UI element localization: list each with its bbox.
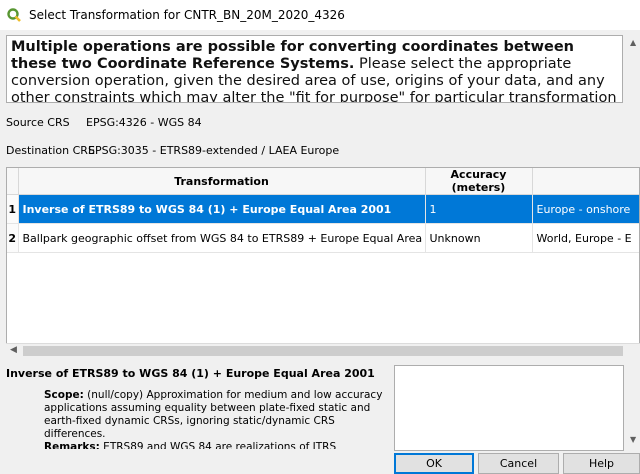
details-side-panel <box>394 365 624 451</box>
title-bar: Select Transformation for CNTR_BN_20M_20… <box>0 0 640 30</box>
area-cell[interactable]: Europe - onshore <box>532 194 639 224</box>
transformation-cell[interactable]: Ballpark geographic offset from WGS 84 t… <box>18 223 426 253</box>
destination-crs-label: Destination CRS <box>6 144 95 157</box>
transformations-table: Transformation Accuracy (meters) 1 Inver… <box>6 167 640 357</box>
source-crs-value: EPSG:4326 - WGS 84 <box>86 116 202 129</box>
column-header-accuracy[interactable]: Accuracy (meters) <box>425 168 533 195</box>
table-horizontal-scrollbar[interactable]: ◀ <box>6 343 640 357</box>
details-body: • Scope: (null/copy) Approximation for m… <box>44 389 389 449</box>
column-header-area[interactable] <box>532 168 639 195</box>
destination-crs-row: Destination CRSEPSG:3035 - ETRS89-extend… <box>6 144 339 157</box>
row-number-header <box>7 168 19 195</box>
window-title: Select Transformation for CNTR_BN_20M_20… <box>29 8 345 22</box>
ok-button[interactable]: OK <box>394 453 474 474</box>
scroll-left-arrow-icon[interactable]: ◀ <box>10 345 17 355</box>
info-scrollbar[interactable]: ▲ <box>627 35 640 103</box>
source-crs-row: Source CRS EPSG:4326 - WGS 84 <box>6 116 202 129</box>
table-row[interactable]: 2 Ballpark geographic offset from WGS 84… <box>7 223 639 253</box>
qgis-logo-icon <box>7 8 21 22</box>
details-title: Inverse of ETRS89 to WGS 84 (1) + Europe… <box>6 367 375 380</box>
accuracy-cell[interactable]: Unknown <box>425 223 533 253</box>
table-row[interactable]: 1 Inverse of ETRS89 to WGS 84 (1) + Euro… <box>7 194 639 224</box>
cancel-button[interactable]: Cancel <box>478 453 559 474</box>
help-button[interactable]: Help <box>563 453 640 474</box>
destination-crs-value: EPSG:3035 - ETRS89-extended / LAEA Europ… <box>88 144 340 157</box>
info-text-box: Multiple operations are possible for con… <box>6 35 623 103</box>
scroll-down-arrow-icon[interactable]: ▼ <box>630 435 636 444</box>
remarks-label: Remarks: <box>44 441 100 449</box>
transformation-cell[interactable]: Inverse of ETRS89 to WGS 84 (1) + Europe… <box>18 194 426 224</box>
row-number: 1 <box>7 194 19 224</box>
scope-label: Scope: <box>44 389 84 401</box>
select-transformation-dialog: Select Transformation for CNTR_BN_20M_20… <box>0 0 640 474</box>
table-header-row: Transformation Accuracy (meters) <box>7 168 639 195</box>
scope-text: (null/copy) Approximation for medium and… <box>44 389 383 440</box>
column-header-transformation[interactable]: Transformation <box>18 168 426 195</box>
source-crs-label: Source CRS <box>6 116 70 129</box>
row-number: 2 <box>7 223 19 253</box>
details-scrollbar[interactable]: ▼ <box>627 365 640 451</box>
scroll-up-arrow-icon[interactable]: ▲ <box>630 38 636 47</box>
scrollbar-thumb[interactable] <box>23 346 623 356</box>
area-cell[interactable]: World, Europe - E <box>532 223 639 253</box>
accuracy-cell[interactable]: 1 <box>425 194 533 224</box>
